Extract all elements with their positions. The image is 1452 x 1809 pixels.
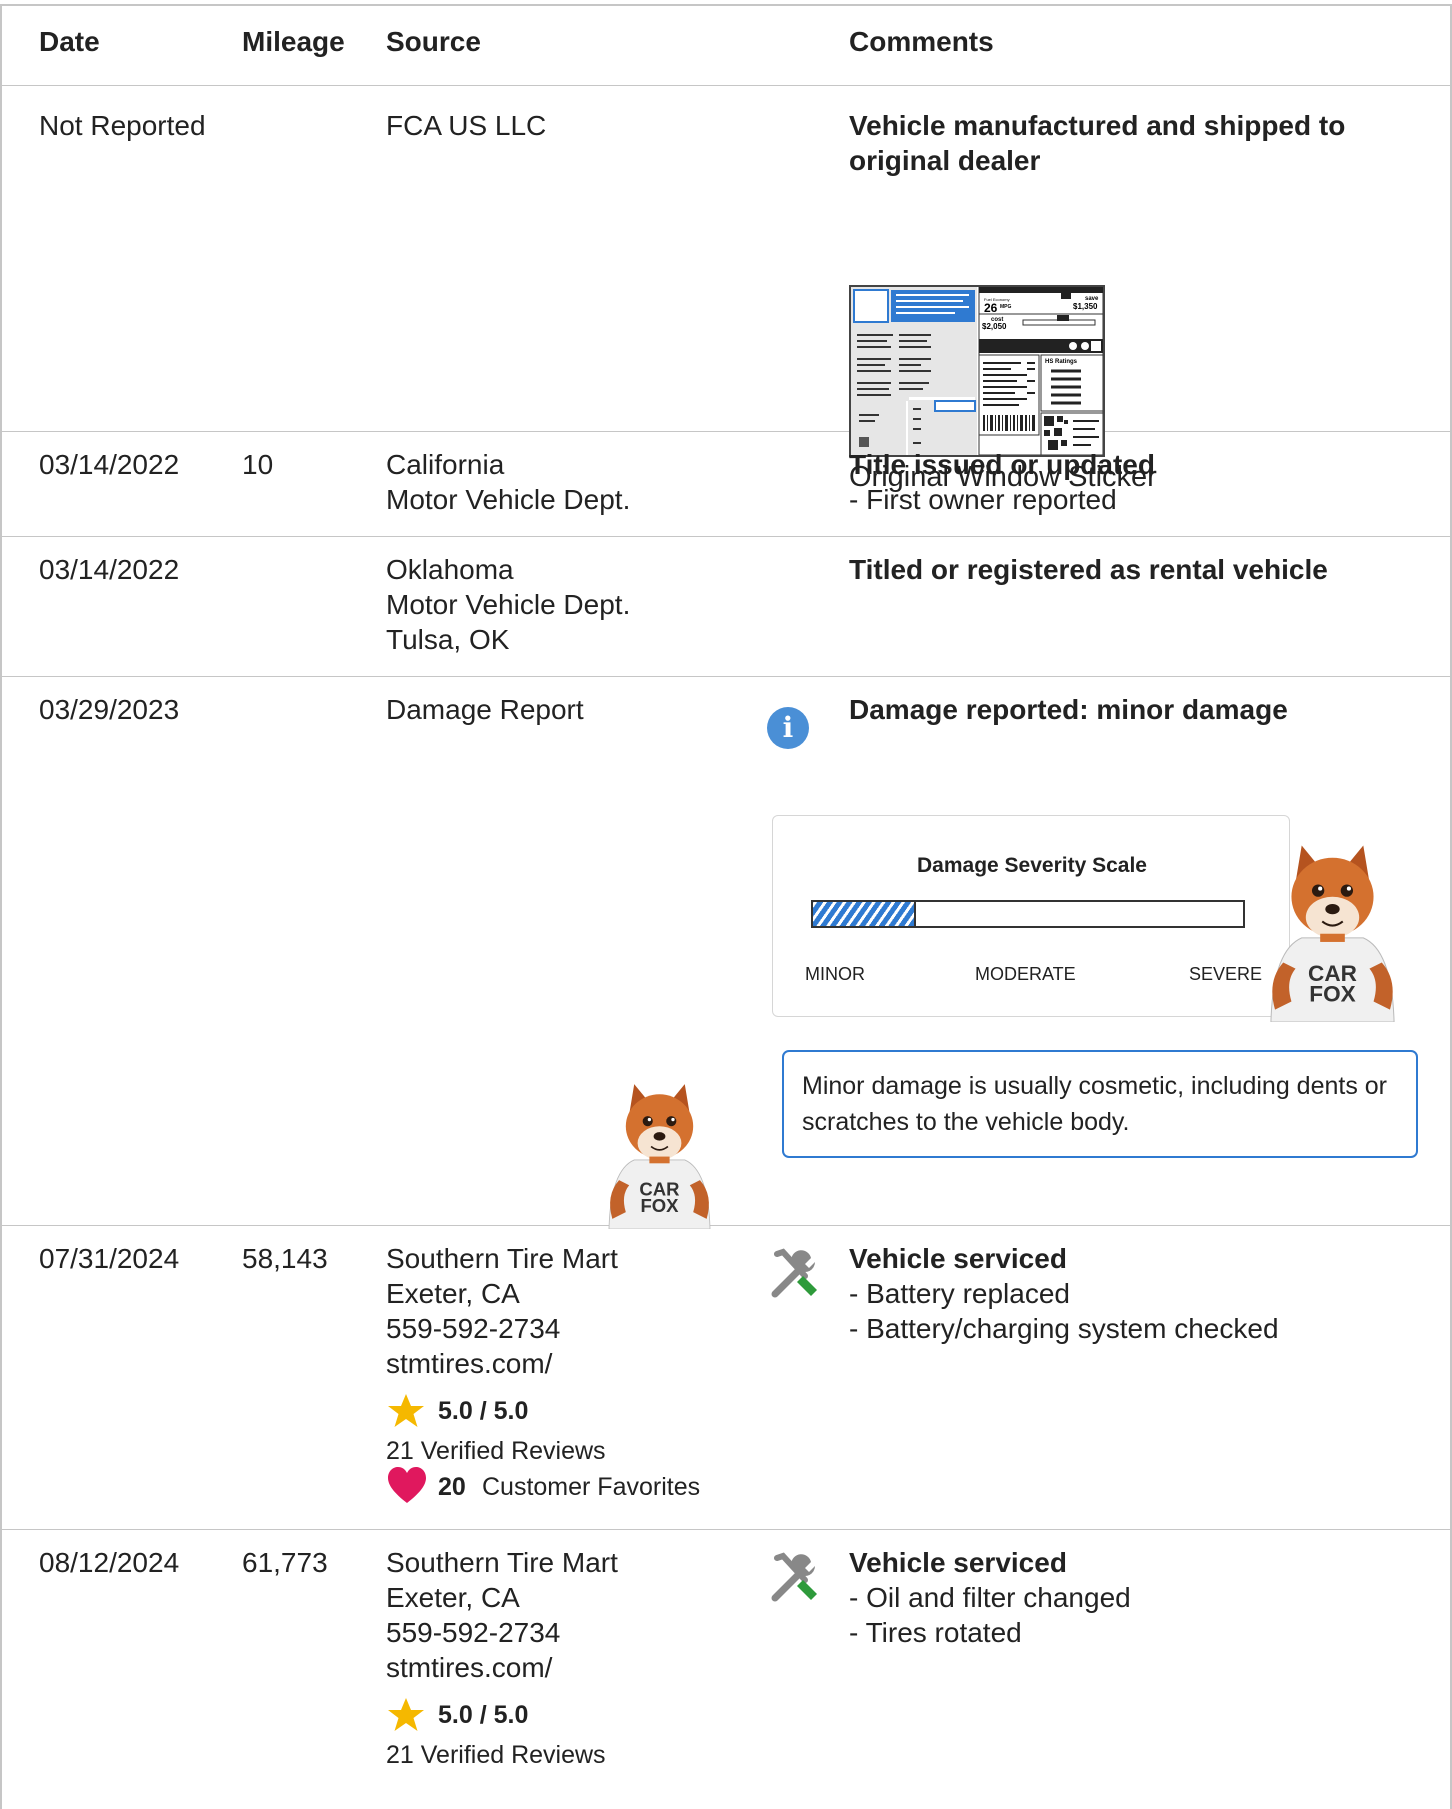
table-row: 03/14/2022 Oklahoma Motor Vehicle Dept. … xyxy=(2,537,1450,677)
rating-value: 5.0 / 5.0 xyxy=(438,1397,529,1425)
star-icon xyxy=(388,1394,424,1427)
damage-severity-card: Damage Severity Scale MINOR MODERATE SEV… xyxy=(772,815,1290,1017)
sticker-mpg-unit: MPG xyxy=(1000,304,1012,310)
info-icon[interactable]: i xyxy=(767,707,809,749)
severity-label-minor: MINOR xyxy=(805,964,865,984)
favorites-label: Customer Favorites xyxy=(482,1473,701,1501)
vehicle-history-table: Date Mileage Source Comments Not Reporte… xyxy=(0,4,1452,1809)
sticker-cost-amount: $2,050 xyxy=(982,322,1007,331)
row-detail: - Battery replaced xyxy=(849,1278,1070,1309)
row-date: 07/31/2024 xyxy=(39,1243,180,1274)
row-detail: - Tires rotated xyxy=(849,1617,1022,1648)
row-source: FCA US LLC xyxy=(386,110,547,141)
verified-reviews-link[interactable]: 21 Verified Reviews xyxy=(386,1437,606,1466)
row-mileage: 58,143 xyxy=(242,1243,328,1274)
row-source: Oklahoma Motor Vehicle Dept. Tulsa, OK xyxy=(386,554,631,655)
row-comment-title: Vehicle serviced xyxy=(849,1243,1067,1274)
severity-scale-title: Damage Severity Scale xyxy=(917,854,1147,877)
fox-shirt-text: CAR FOX xyxy=(1308,961,1357,1007)
row-comment-title: Damage reported: minor damage xyxy=(849,694,1288,725)
severity-bar xyxy=(811,900,1245,928)
verified-reviews-link[interactable]: 21 Verified Reviews xyxy=(386,1741,606,1770)
source-column-header: Source xyxy=(386,26,481,57)
date-column-header: Date xyxy=(39,26,100,57)
row-source: California Motor Vehicle Dept. xyxy=(386,449,631,515)
row-detail: - Oil and filter changed xyxy=(849,1582,1131,1613)
rating-value: 5.0 / 5.0 xyxy=(438,1701,529,1729)
sticker-mpg: 26 xyxy=(984,301,998,315)
row-comment-title: Vehicle manufactured and shipped to orig… xyxy=(849,110,1346,176)
row-comment-title: Vehicle serviced xyxy=(849,1547,1067,1578)
row-date: Not Reported xyxy=(39,110,206,141)
comments-column-header: Comments xyxy=(849,26,994,57)
row-comment-title: Titled or registered as rental vehicle xyxy=(849,554,1328,585)
row-detail: - Battery/charging system checked xyxy=(849,1313,1279,1344)
row-mileage: 10 xyxy=(242,449,274,480)
row-date: 03/29/2023 xyxy=(39,694,180,725)
row-date: 03/14/2022 xyxy=(39,554,180,585)
row-source[interactable]: Southern Tire Mart Exeter, CA 559-592-27… xyxy=(386,1241,618,1381)
severity-label-moderate: MODERATE xyxy=(975,964,1076,984)
table-row: 03/29/2023 Damage Report i Damage report… xyxy=(2,677,1450,1226)
row-detail: - First owner reported xyxy=(849,484,1117,515)
sticker-ratings-label: HS Ratings xyxy=(1045,359,1078,365)
table-row: 03/14/2022 10 California Motor Vehicle D… xyxy=(2,432,1450,537)
fox-shirt-text: CAR FOX xyxy=(639,1178,679,1216)
table-row: 08/12/2024 61,773 Southern Tire Mart Exe… xyxy=(2,1530,1450,1809)
row-source[interactable]: Southern Tire Mart Exeter, CA 559-592-27… xyxy=(386,1545,618,1685)
wrench-screwdriver-icon xyxy=(771,1248,817,1298)
mileage-column-header: Mileage xyxy=(242,26,345,57)
row-mileage: 61,773 xyxy=(242,1547,328,1578)
row-source: Damage Report xyxy=(386,694,584,725)
row-date: 03/14/2022 xyxy=(39,449,180,480)
car-fox-mascot: CAR FOX xyxy=(592,1069,727,1229)
favorites-count: 20 xyxy=(438,1473,466,1501)
damage-explanation-note: Minor damage is usually cosmetic, includ… xyxy=(782,1050,1418,1158)
wrench-screwdriver-icon xyxy=(771,1552,817,1602)
table-header: Date Mileage Source Comments xyxy=(2,6,1450,86)
table-row: 07/31/2024 58,143 Southern Tire Mart Exe… xyxy=(2,1226,1450,1530)
severity-fill xyxy=(813,902,917,926)
sticker-save-amount: $1,350 xyxy=(1073,302,1098,311)
star-icon xyxy=(388,1698,424,1731)
row-comment-title: Title issued or updated xyxy=(849,449,1155,480)
car-fox-mascot: CAR FOX xyxy=(1260,827,1405,1022)
table-row: Not Reported FCA US LLC Vehicle manufact… xyxy=(2,86,1450,493)
severity-label-severe: SEVERE xyxy=(1189,964,1263,984)
heart-icon xyxy=(388,1467,426,1503)
row-date: 08/12/2024 xyxy=(39,1547,180,1578)
